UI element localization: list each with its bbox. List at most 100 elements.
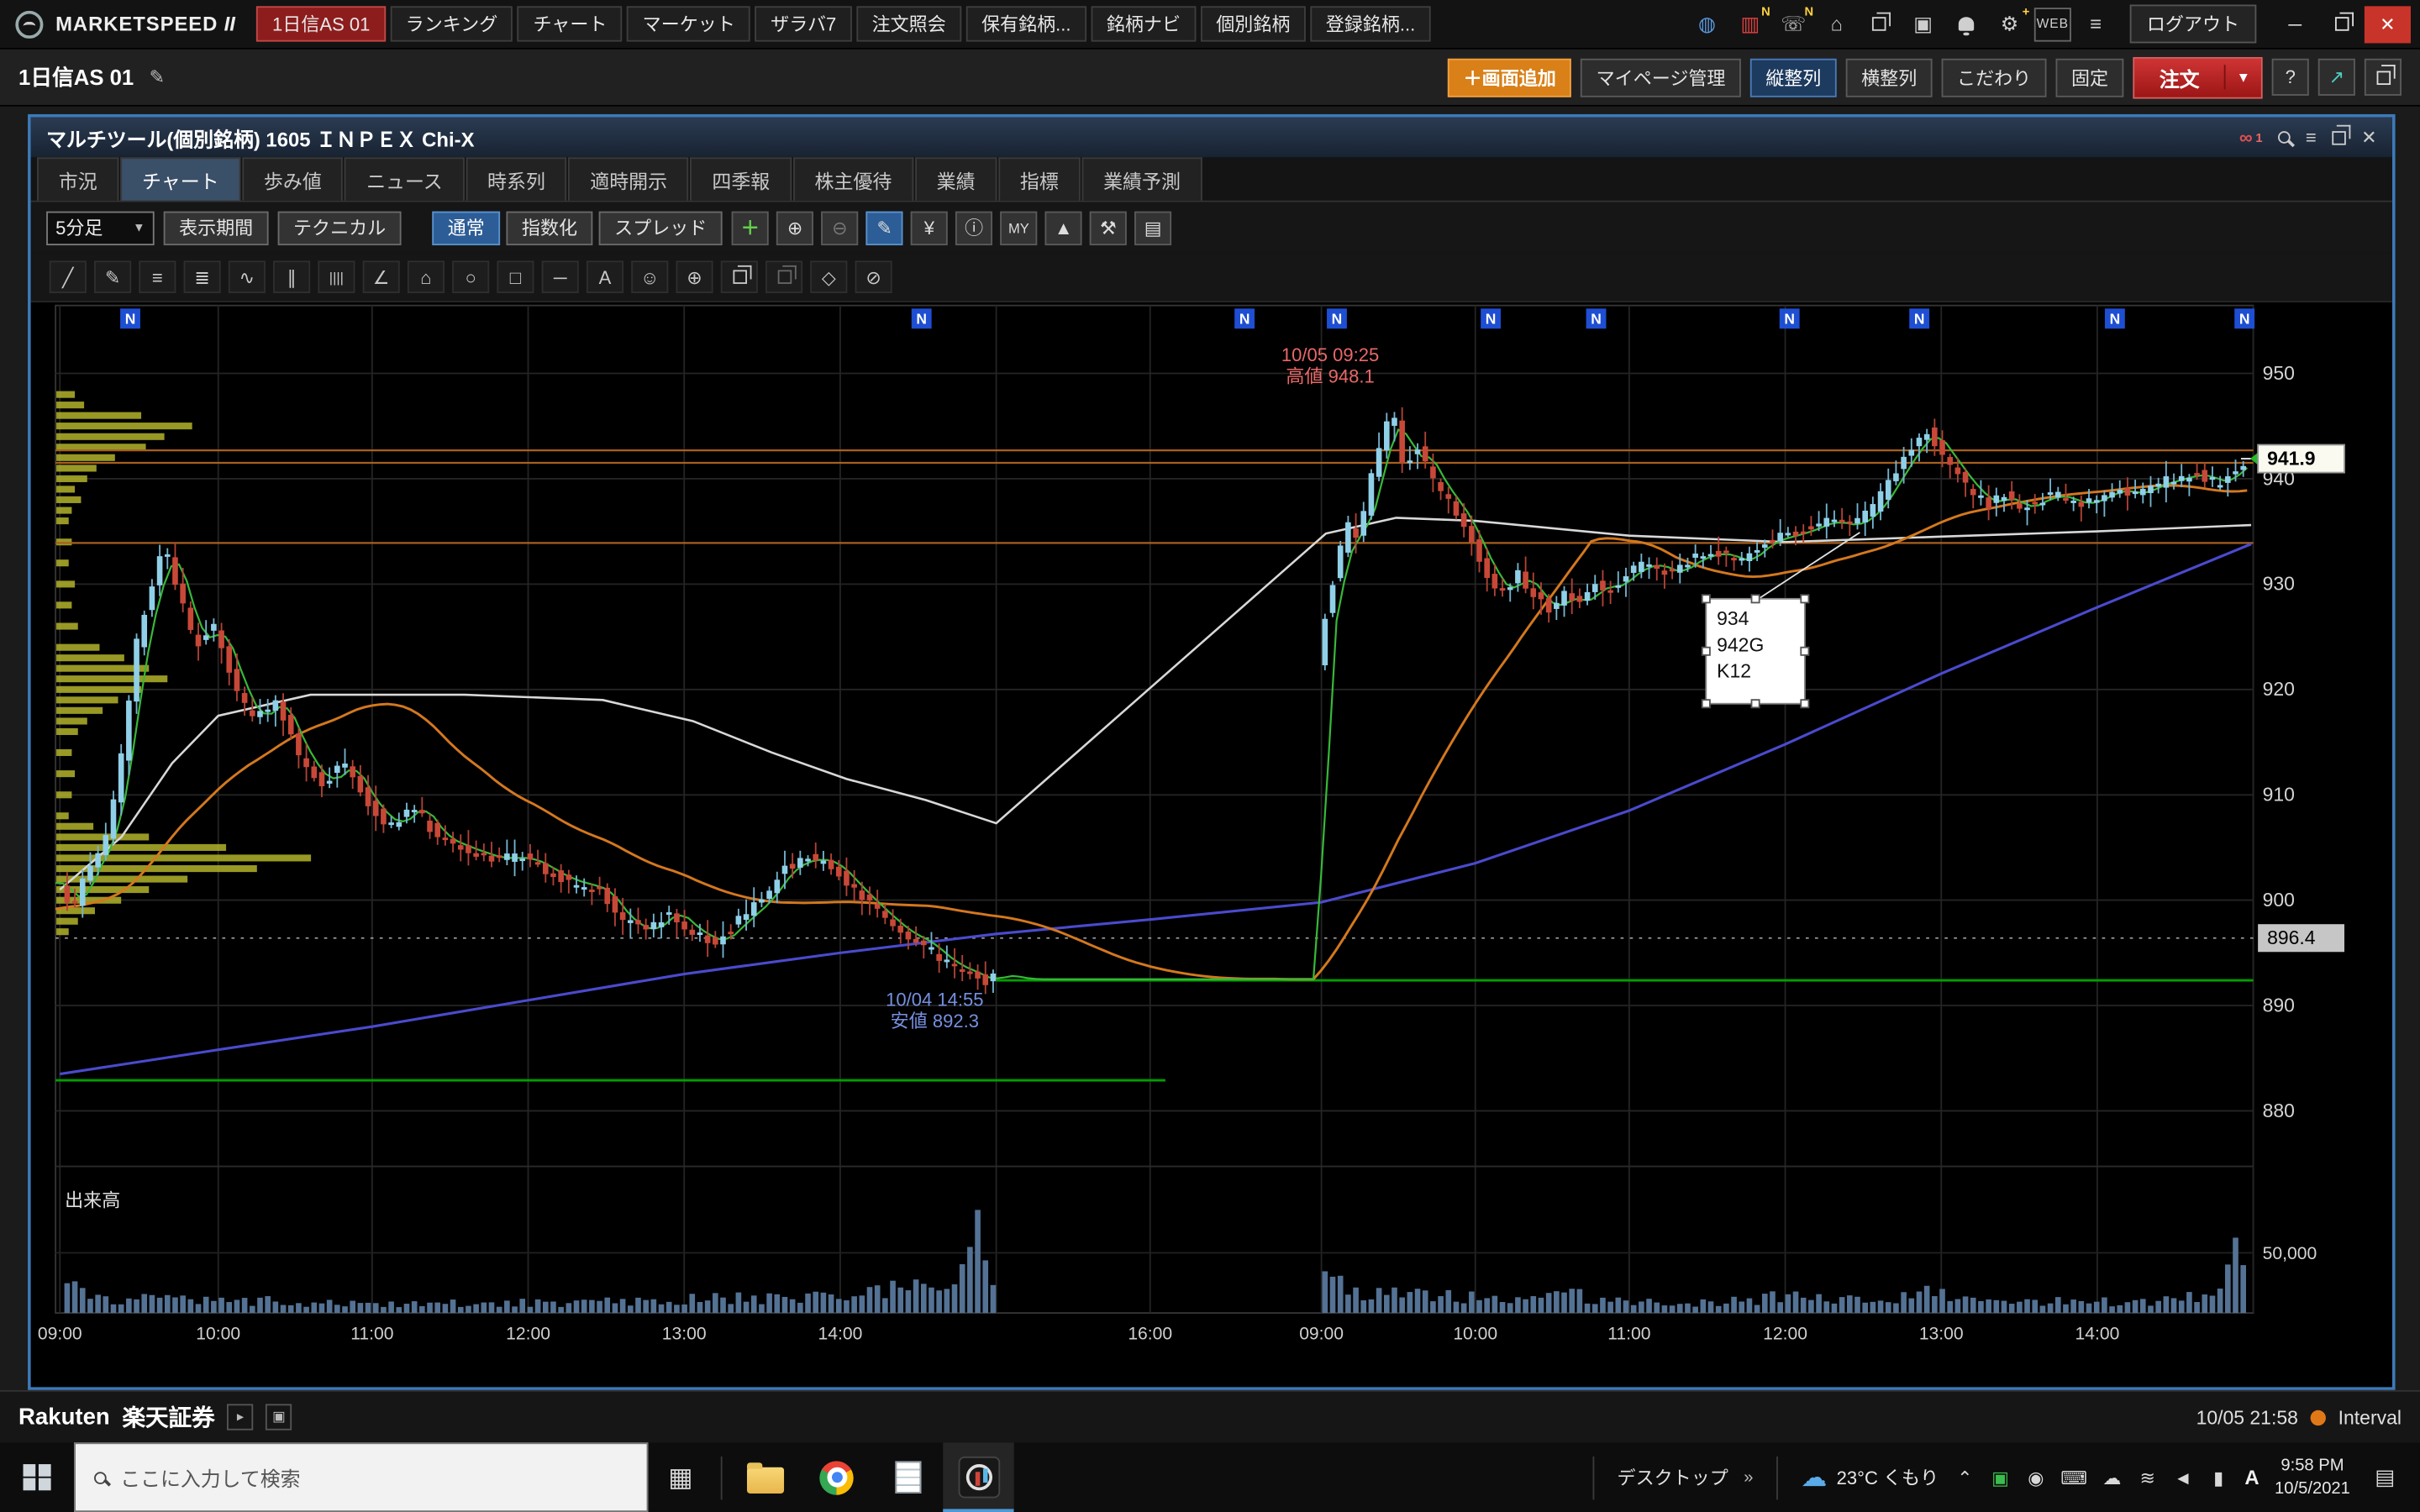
tray-expand-icon[interactable]: ⌃ <box>1954 1467 1976 1488</box>
text-tool[interactable]: A <box>587 260 623 293</box>
network-icon[interactable]: ≋ <box>2137 1467 2159 1488</box>
window-tab-ニュース[interactable]: ニュース <box>345 157 464 200</box>
grid-lines-tool[interactable]: ≣ <box>184 260 221 293</box>
volume-icon[interactable]: ◄ <box>2172 1467 2194 1488</box>
window-tab-時系列[interactable]: 時系列 <box>466 157 566 200</box>
zoom-in-icon[interactable]: ⊕ <box>776 211 813 244</box>
selection-handle[interactable] <box>1702 595 1710 602</box>
desktop-toolbar-label[interactable]: デスクトップ <box>1618 1464 1728 1490</box>
technical-button[interactable]: テクニカル <box>278 211 402 244</box>
add-window-icon[interactable] <box>1861 7 1898 40</box>
order-dropdown-icon[interactable]: ▼ <box>2224 65 2261 89</box>
horizontal-align-button[interactable]: 横整列 <box>1846 58 1933 97</box>
start-button[interactable] <box>0 1442 74 1512</box>
order-button[interactable]: 注文 ▼ <box>2133 56 2262 98</box>
window-tab-業績予測[interactable]: 業績予測 <box>1081 157 1202 200</box>
app-menu-tab[interactable]: ランキング <box>390 6 513 41</box>
print-icon[interactable]: ▤ <box>1134 211 1171 244</box>
app-menu-tab[interactable]: 登録銘柄... <box>1310 6 1430 41</box>
minimize-icon[interactable]: ─ <box>2272 5 2318 42</box>
polygon-tool[interactable]: ⌂ <box>408 260 445 293</box>
trendline-tool[interactable]: ╱ <box>50 260 87 293</box>
app-menu-tab[interactable]: 注文照会 <box>856 6 961 41</box>
ellipse-tool[interactable]: ○ <box>452 260 489 293</box>
popout-icon[interactable]: ↗ <box>2318 59 2355 96</box>
selection-handle[interactable] <box>1801 700 1808 707</box>
notepad-icon[interactable] <box>872 1442 943 1512</box>
parallel-lines-tool[interactable]: ∥ <box>273 260 310 293</box>
onedrive-icon[interactable]: ☁ <box>2102 1467 2123 1488</box>
edit-page-icon[interactable]: ✎ <box>150 66 165 88</box>
symbol-search-icon[interactable] <box>2278 131 2291 144</box>
maximize-icon[interactable] <box>2318 5 2365 42</box>
logout-button[interactable]: ログアウト <box>2130 5 2257 44</box>
settings-gear-icon[interactable]: ⚙+ <box>1991 7 2028 40</box>
close-window-icon[interactable]: ✕ <box>2361 127 2376 149</box>
panel-layout-icon[interactable]: ▣ <box>266 1404 292 1430</box>
add-chart-icon[interactable]: ＋ <box>732 211 769 244</box>
info-icon[interactable]: ⓘ <box>955 211 992 244</box>
selection-handle[interactable] <box>1702 700 1710 707</box>
file-explorer-icon[interactable] <box>730 1442 801 1512</box>
app-menu-tab[interactable]: 1日信AS 01 <box>257 6 386 41</box>
kodawari-button[interactable]: こだわり <box>1942 58 2047 97</box>
battery-icon[interactable]: ▮ <box>2207 1467 2229 1488</box>
eraser-tool[interactable]: ◇ <box>810 260 847 293</box>
close-icon[interactable]: ✕ <box>2365 5 2411 42</box>
rectangle-tool[interactable]: □ <box>497 260 534 293</box>
hamburger-menu-icon[interactable]: ≡ <box>2077 7 2114 40</box>
tray-keyboard-icon[interactable]: ⌨ <box>2060 1467 2087 1488</box>
selection-handle[interactable] <box>1702 648 1710 655</box>
selection-handle[interactable] <box>1752 700 1760 707</box>
selection-handle[interactable] <box>1801 648 1808 655</box>
display-period-button[interactable]: 表示期間 <box>164 211 269 244</box>
period-select[interactable]: 5分足 ▼ <box>46 211 155 244</box>
window-tab-業績[interactable]: 業績 <box>915 157 997 200</box>
draw-pencil-icon[interactable]: ✎ <box>866 211 903 244</box>
freehand-tool[interactable]: ✎ <box>94 260 131 293</box>
app-menu-tab[interactable]: 銘柄ナビ <box>1091 6 1196 41</box>
marketspeed-app-icon[interactable]: ◍ <box>1688 7 1725 40</box>
taskbar-clock[interactable]: 9:58 PM 10/5/2021 <box>2275 1454 2350 1500</box>
vertical-lines-tool[interactable]: |||| <box>318 260 355 293</box>
wave-tool[interactable]: ∿ <box>229 260 266 293</box>
app-menu-tab[interactable]: 個別銘柄 <box>1201 6 1306 41</box>
copy-tool[interactable] <box>721 260 758 293</box>
notification-bell-icon[interactable] <box>1948 7 1985 40</box>
horizontal-line-tool[interactable]: ─ <box>542 260 579 293</box>
window-tab-歩み値[interactable]: 歩み値 <box>242 157 343 200</box>
add-screen-button[interactable]: ＋画面追加 <box>1448 58 1571 97</box>
spread-mode-button[interactable]: スプレッド <box>599 211 723 244</box>
candlestick-chart[interactable]: 95094093092091090089088009:0010:0011:001… <box>31 302 2390 1387</box>
paste-tool[interactable] <box>765 260 802 293</box>
normal-mode-button[interactable]: 通常 <box>432 211 500 244</box>
icon-stamp-tool[interactable]: ☺ <box>631 260 668 293</box>
mypage-manage-button[interactable]: マイページ管理 <box>1581 58 1741 97</box>
support-phone-icon[interactable]: ☏N <box>1775 7 1812 40</box>
horizontal-lines-tool[interactable]: ≡ <box>139 260 176 293</box>
tray-snip-icon[interactable]: ◉ <box>2025 1467 2047 1488</box>
toolbar-chevrons-icon[interactable]: » <box>1744 1468 1753 1487</box>
indexed-mode-button[interactable]: 指数化 <box>507 211 593 244</box>
news-chart-icon[interactable]: ▥N <box>1732 7 1769 40</box>
marketspeed-taskbar-icon[interactable] <box>943 1442 1013 1512</box>
pin-button[interactable]: 固定 <box>2056 58 2124 97</box>
app-menu-tab[interactable]: チャート <box>518 6 623 41</box>
link-group-icon[interactable]: ∞1 <box>2239 127 2263 149</box>
app-menu-tab[interactable]: ザラバ7 <box>755 6 852 41</box>
chrome-icon[interactable] <box>801 1442 871 1512</box>
pin-tool[interactable]: ⊕ <box>676 260 713 293</box>
zoom-out-icon[interactable]: ⊖ <box>821 211 858 244</box>
yen-display-icon[interactable]: ¥ <box>911 211 948 244</box>
window-tab-適時開示[interactable]: 適時開示 <box>569 157 689 200</box>
window-tab-指標[interactable]: 指標 <box>998 157 1080 200</box>
ime-indicator[interactable]: A <box>2244 1466 2259 1489</box>
window-tab-市況[interactable]: 市況 <box>37 157 118 200</box>
media-icon[interactable]: ▣ <box>1904 7 1941 40</box>
app-menu-tab[interactable]: マーケット <box>627 6 750 41</box>
settings-wrench-icon[interactable]: ⚒ <box>1090 211 1127 244</box>
search-input[interactable]: ここに入力して検索 <box>74 1442 648 1512</box>
selection-handle[interactable] <box>1752 595 1760 602</box>
home-icon[interactable]: ⌂ <box>1818 7 1855 40</box>
expand-panel-icon[interactable]: ▸ <box>227 1404 253 1430</box>
